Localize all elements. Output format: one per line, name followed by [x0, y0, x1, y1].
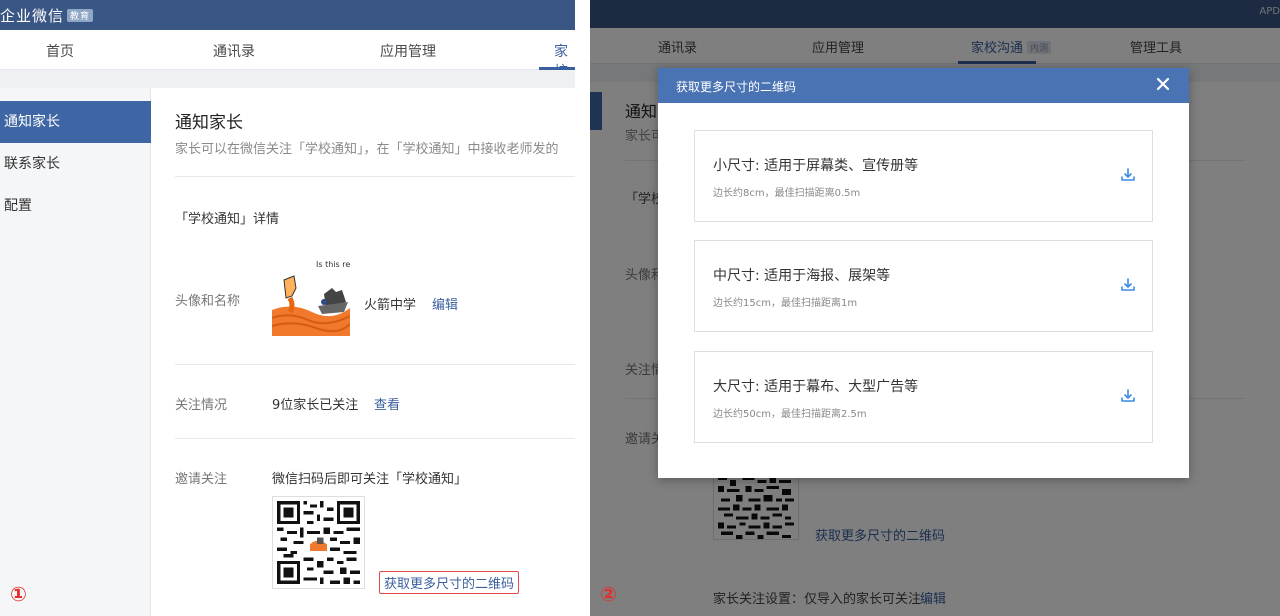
step-marker-2: ②	[600, 582, 617, 606]
download-icon[interactable]	[1120, 388, 1136, 404]
sidebar-item-config[interactable]: 配置	[0, 185, 151, 227]
divider	[175, 364, 575, 365]
sidebar-item-notify-parents[interactable]: 通知家长	[0, 101, 151, 143]
page-description: 家长可以在微信关注「学校通知」，在「学校通知」中接收老师发的	[175, 142, 559, 157]
qr-code	[272, 496, 365, 589]
avatar-caption: Is this real life or is this just Fanta …	[316, 260, 350, 269]
screenshot-stage: 企业微信教育 首页 通讯录 应用管理 家校 通知家长 联系家长 配置 通知家长 …	[0, 0, 1280, 616]
size-option-detail: 边长约8cm，最佳扫描距离0.5m	[713, 188, 861, 199]
size-option-large[interactable]: 大尺寸: 适用于幕布、大型广告等 边长约50cm，最佳扫描距离2.5m	[694, 351, 1153, 443]
sidebar-item-contact-parents[interactable]: 联系家长	[0, 143, 151, 185]
size-option-small[interactable]: 小尺寸: 适用于屏幕类、宣传册等 边长约8cm，最佳扫描距离0.5m	[694, 130, 1153, 222]
view-followers-link[interactable]: 查看	[374, 394, 400, 413]
invite-description: 微信扫码后即可关注「学校通知」	[272, 472, 468, 487]
size-option-title: 大尺寸: 适用于幕布、大型广告等	[713, 379, 919, 395]
avatar-label: 头像和名称	[175, 294, 241, 309]
invite-label: 邀请关注	[175, 472, 228, 487]
brand-name: 企业微信	[0, 7, 65, 25]
size-option-detail: 边长约15cm，最佳扫描距离1m	[713, 298, 858, 309]
step-marker-1: ①	[10, 582, 27, 606]
nav-item-contacts[interactable]: 通讯录	[213, 41, 255, 61]
content-gap	[0, 70, 575, 88]
size-option-detail: 边长约50cm，最佳扫描距离2.5m	[713, 409, 867, 420]
size-option-title: 小尺寸: 适用于屏幕类、宣传册等	[713, 158, 919, 174]
qr-size-dialog: 获取更多尺寸的二维码 小尺寸: 适用于屏幕类、宣传册等 边长约8cm，最佳扫描距…	[658, 68, 1189, 478]
download-icon[interactable]	[1120, 167, 1136, 183]
dialog-title: 获取更多尺寸的二维码	[676, 80, 797, 94]
avatar[interactable]: Is this real life or is this just Fanta …	[272, 258, 350, 336]
size-option-medium[interactable]: 中尺寸: 适用于海报、展架等 边长约15cm，最佳扫描距离1m	[694, 240, 1153, 332]
section-title: 「学校通知」详情	[175, 212, 280, 227]
divider	[175, 176, 575, 177]
edit-name-link[interactable]: 编辑	[432, 294, 458, 313]
top-bar: 企业微信 教育	[0, 0, 575, 30]
divider	[175, 438, 575, 439]
qr-code-icon	[277, 501, 360, 584]
follow-count: 9位家长已关注	[272, 398, 359, 413]
download-icon[interactable]	[1120, 277, 1136, 293]
follow-status-label: 关注情况	[175, 398, 228, 413]
right-panel: APD 通讯录 应用管理 家校沟通内测 管理工具 通知 家长可 「学校 头像和 …	[590, 0, 1280, 616]
main-nav: 首页 通讯录 应用管理 家校	[0, 30, 575, 80]
brand-badge: 教育	[67, 9, 94, 22]
more-qr-sizes-button[interactable]: 获取更多尺寸的二维码	[379, 571, 520, 594]
panel-divider	[575, 0, 590, 616]
nav-item-home[interactable]: 首页	[46, 41, 74, 61]
left-panel: 企业微信教育 首页 通讯录 应用管理 家校 通知家长 联系家长 配置 通知家长 …	[0, 0, 575, 616]
brand-logo[interactable]: 企业微信 教育	[0, 5, 94, 26]
avatar-cartoon-icon: Is this real life or is this just Fanta …	[272, 258, 350, 336]
close-icon[interactable]	[1153, 74, 1173, 94]
sidebar: 通知家长 联系家长 配置	[0, 88, 151, 616]
nav-item-app-management[interactable]: 应用管理	[380, 41, 436, 61]
page-title: 通知家长	[175, 113, 243, 133]
school-name: 火箭中学	[364, 298, 417, 313]
dialog-header: 获取更多尺寸的二维码	[658, 68, 1189, 103]
size-option-title: 中尺寸: 适用于海报、展架等	[713, 268, 891, 284]
